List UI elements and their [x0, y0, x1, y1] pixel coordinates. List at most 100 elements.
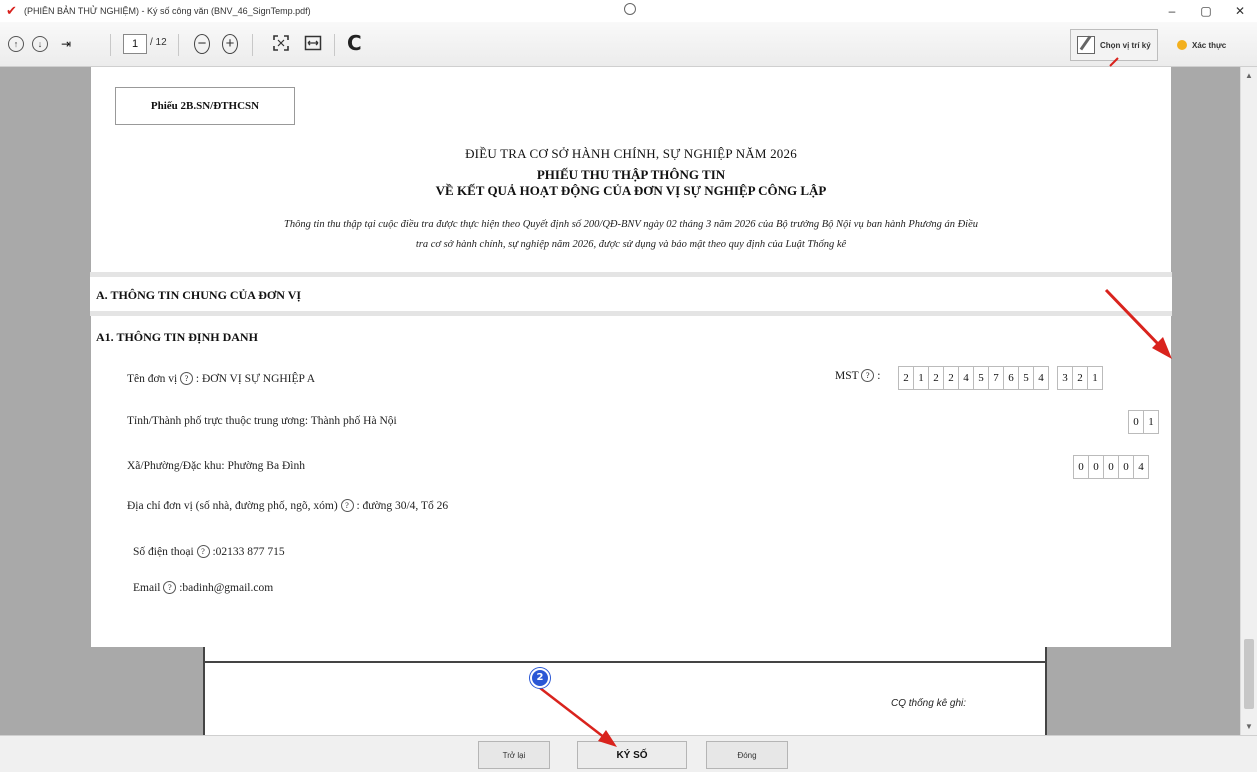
next-page-button[interactable]: ↓ [32, 36, 48, 52]
window-title: (PHIÊN BẢN THỬ NGHIỆM) - Ký số công văn … [24, 6, 311, 16]
tax-code-digit: 7 [988, 366, 1004, 390]
intro-text: Thông tin thu thập tại cuộc điều tra đượ… [131, 215, 1131, 255]
vertical-scrollbar[interactable]: ▲ ▼ [1240, 67, 1257, 735]
help-icon[interactable]: ? [163, 581, 177, 594]
scroll-up-icon[interactable]: ▲ [1245, 71, 1253, 80]
toolbar-divider [252, 34, 253, 56]
address-value: : đường 30/4, Tổ 26 [356, 500, 449, 512]
ward-code-digit: 4 [1133, 455, 1149, 479]
toolbar-divider [178, 34, 179, 56]
page-total: / 12 [150, 37, 167, 48]
section-a-header: A. THÔNG TIN CHUNG CỦA ĐƠN VỊ [90, 272, 1172, 316]
app-logo-icon: ✔ [6, 3, 17, 18]
pen-icon [1077, 36, 1095, 54]
document-viewer[interactable]: Phiếu 2B.SN/ĐTHCSN ĐIỀU TRA CƠ SỞ HÀNH C… [0, 67, 1240, 735]
tax-code-suffix-digit: 2 [1072, 366, 1088, 390]
province-row: Tỉnh/Thành phố trực thuộc trung ương: Th… [127, 415, 397, 427]
window-indicator [624, 3, 636, 15]
form-title: PHIẾU THU THẬP THÔNG TIN [536, 167, 726, 182]
ward-code-digit: 0 [1088, 455, 1104, 479]
divider [205, 661, 1045, 663]
pdf-page: Phiếu 2B.SN/ĐTHCSN ĐIỀU TRA CƠ SỞ HÀNH C… [90, 67, 1172, 647]
tax-code-digit: 6 [1003, 366, 1019, 390]
tax-code-digit: 2 [943, 366, 959, 390]
survey-title: ĐIỀU TRA CƠ SỞ HÀNH CHÍNH, SỰ NGHIỆP NĂM… [465, 146, 797, 161]
last-page-icon: ⇥ [60, 37, 72, 51]
toolbar: ↑ ↓ ⇥ 1 / 12 − + C Chọn vị trí ký Xác th… [0, 22, 1257, 67]
tax-code-digit: 2 [928, 366, 944, 390]
minimize-button[interactable]: – [1155, 0, 1189, 22]
intro-line: tra cơ sở hành chính, sự nghiệp năm 2026… [415, 239, 847, 250]
zoom-out-button[interactable]: − [194, 34, 210, 54]
step-badge: 2 [530, 668, 550, 688]
tax-code-digit: 4 [958, 366, 974, 390]
province-code-digit: 1 [1143, 410, 1159, 434]
scroll-down-icon[interactable]: ▼ [1245, 722, 1253, 731]
help-icon[interactable]: ? [340, 499, 354, 512]
tax-code-digit: 2 [898, 366, 914, 390]
tax-code-digit: 5 [973, 366, 989, 390]
prev-page-button[interactable]: ↑ [8, 36, 24, 52]
address-label: Địa chỉ đơn vị (số nhà, đường phố, ngõ, … [127, 500, 338, 512]
ward-code-digit: 0 [1073, 455, 1089, 479]
maximize-button[interactable]: ▢ [1189, 0, 1223, 22]
tax-code-suffix-digit: 1 [1087, 366, 1103, 390]
zoom-in-icon: + [222, 34, 238, 54]
fit-page-icon[interactable] [272, 34, 290, 52]
arrow-up-icon: ↑ [8, 36, 24, 52]
last-page-button[interactable]: ⇥ [58, 36, 74, 52]
section-a1-title: A1. THÔNG TIN ĐỊNH DANH [96, 330, 258, 344]
tax-code-suffix-digit: 3 [1057, 366, 1073, 390]
tax-code-cells: 2 1 2 2 4 5 7 6 5 4 3 2 1 [898, 366, 1103, 390]
tax-code-digit: 4 [1033, 366, 1049, 390]
toolbar-divider [110, 34, 111, 56]
digital-sign-button[interactable]: KÝ SỐ [577, 741, 687, 769]
statistics-note: CQ thống kê ghi: [891, 698, 967, 709]
form-subtitle: VỀ KẾT QUẢ HOẠT ĐỘNG CỦA ĐƠN VỊ SỰ NGHIỆ… [435, 183, 827, 198]
phone-label: Số điện thoại [133, 546, 194, 558]
title-bar: ✔ (PHIÊN BẢN THỬ NGHIỆM) - Ký số công vă… [0, 0, 1257, 23]
phone-value: :02133 877 715 [212, 546, 285, 558]
page-number-input[interactable]: 1 [123, 34, 147, 54]
tax-code-digit: 1 [913, 366, 929, 390]
close-button[interactable]: Đóng [706, 741, 788, 769]
ward-row: Xã/Phường/Đặc khu: Phường Ba Đình [127, 460, 305, 472]
province-code-cells: 0 1 [1128, 410, 1159, 434]
zoom-out-icon: − [194, 34, 210, 54]
form-code-box: Phiếu 2B.SN/ĐTHCSN [115, 87, 295, 125]
unit-name-label: Tên đơn vị [127, 373, 178, 385]
choose-sign-position-label: Chọn vị trí ký [1100, 40, 1151, 50]
zoom-in-button[interactable]: + [222, 34, 238, 54]
help-icon[interactable]: ? [196, 545, 210, 558]
tax-code-label: MST ? : [835, 369, 881, 382]
email-row: Email ? :badinh@gmail.com [133, 581, 273, 594]
ward-code-digit: 0 [1103, 455, 1119, 479]
close-window-button[interactable]: ✕ [1223, 0, 1257, 22]
window-controls: – ▢ ✕ [1155, 0, 1257, 22]
back-button[interactable]: Trở lại [478, 741, 550, 769]
pdf-page-lower: CQ thống kê ghi: [203, 647, 1047, 735]
tax-code-digit: 5 [1018, 366, 1034, 390]
verify-button[interactable]: Xác thực [1170, 29, 1233, 61]
section-a-title: A. THÔNG TIN CHUNG CỦA ĐƠN VỊ [96, 288, 302, 302]
verify-label: Xác thực [1192, 40, 1227, 50]
help-icon[interactable]: ? [861, 369, 875, 382]
ward-code-digit: 0 [1118, 455, 1134, 479]
ward-code-cells: 0 0 0 0 4 [1073, 455, 1149, 479]
key-icon [1177, 40, 1187, 50]
email-label: Email [133, 582, 161, 594]
refresh-icon[interactable]: C [347, 31, 362, 55]
province-code-digit: 0 [1128, 410, 1144, 434]
tax-code-text: MST [835, 370, 859, 382]
unit-name-value: : ĐƠN VỊ SỰ NGHIỆP A [195, 373, 316, 385]
phone-row: Số điện thoại ? :02133 877 715 [133, 545, 285, 558]
scrollbar-thumb[interactable] [1244, 639, 1254, 709]
toolbar-divider [334, 34, 335, 56]
arrow-down-icon: ↓ [32, 36, 48, 52]
address-row: Địa chỉ đơn vị (số nhà, đường phố, ngõ, … [127, 499, 448, 512]
help-icon[interactable]: ? [180, 372, 194, 385]
intro-line: Thông tin thu thập tại cuộc điều tra đượ… [284, 219, 978, 230]
fit-width-icon[interactable] [304, 34, 322, 52]
unit-name-row: Tên đơn vị ? : ĐƠN VỊ SỰ NGHIỆP A [127, 372, 315, 385]
choose-sign-position-button[interactable]: Chọn vị trí ký [1070, 29, 1158, 61]
